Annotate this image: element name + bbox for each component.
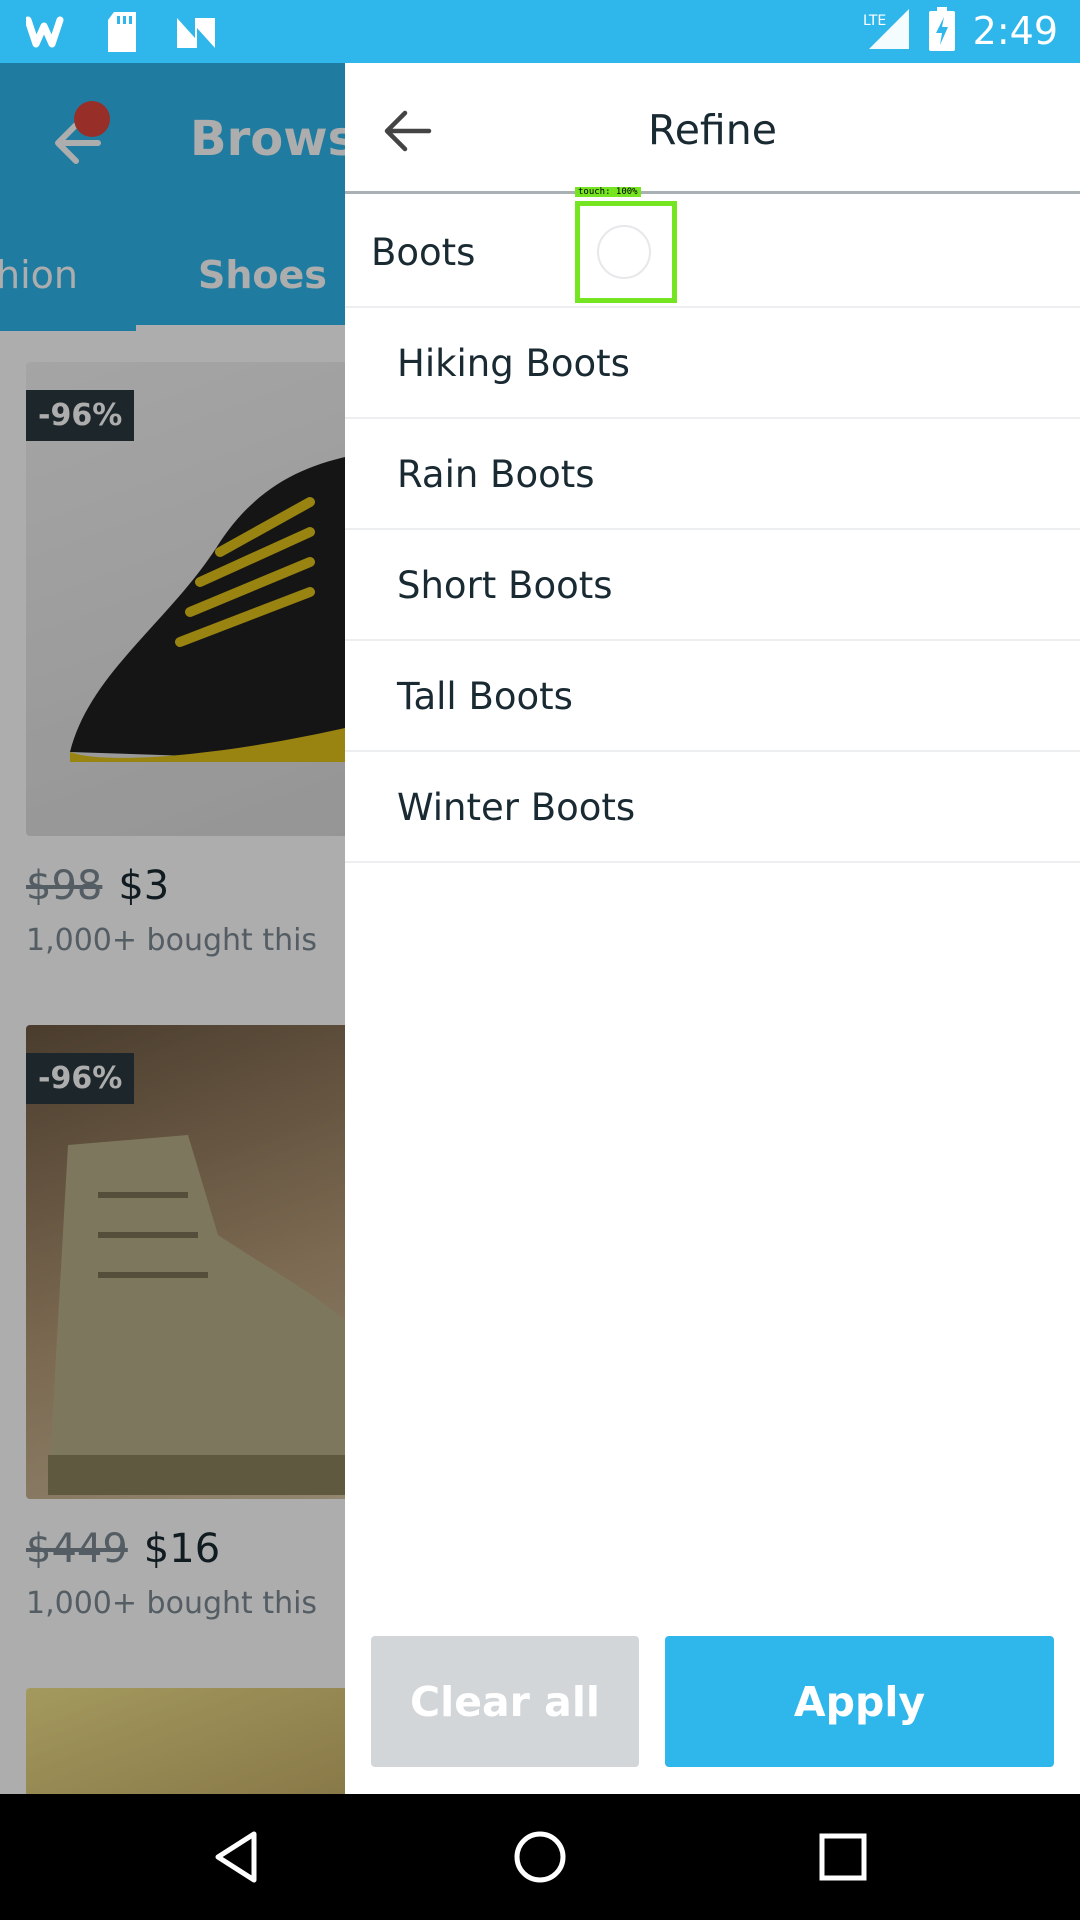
option-label: Winter Boots — [397, 786, 636, 829]
category-label: Boots — [371, 231, 476, 274]
nav-back-icon[interactable] — [204, 1824, 270, 1890]
touch-indicator — [575, 201, 677, 303]
scrim-overlay[interactable] — [0, 63, 345, 1794]
wish-app-icon — [26, 10, 70, 54]
nav-home-icon[interactable] — [507, 1824, 573, 1890]
option-rain-boots[interactable]: Rain Boots — [345, 419, 1080, 530]
refine-title: Refine — [648, 106, 777, 154]
option-label: Tall Boots — [397, 675, 573, 718]
option-short-boots[interactable]: Short Boots — [345, 530, 1080, 641]
option-label: Short Boots — [397, 564, 613, 607]
refine-header: Refine — [345, 63, 1080, 194]
sd-card-icon — [100, 10, 144, 54]
touch-indicator-label: touch: 100% — [575, 187, 641, 197]
category-row-boots[interactable]: Boots touch: 100% — [345, 187, 1080, 308]
lte-signal-icon: LTE — [863, 7, 911, 55]
n-app-icon — [174, 10, 218, 54]
battery-charging-icon — [928, 7, 955, 55]
navigation-bar — [0, 1794, 1080, 1920]
clear-all-button[interactable]: Clear all — [371, 1636, 639, 1767]
option-hiking-boots[interactable]: Hiking Boots — [345, 308, 1080, 419]
option-winter-boots[interactable]: Winter Boots — [345, 752, 1080, 863]
nav-recents-icon[interactable] — [810, 1824, 876, 1890]
clock: 2:49 — [972, 9, 1058, 53]
apply-button[interactable]: Apply — [665, 1636, 1054, 1767]
option-label: Hiking Boots — [397, 342, 630, 385]
status-bar: LTE 2:49 — [0, 0, 1080, 63]
network-type: LTE — [863, 13, 886, 29]
option-label: Rain Boots — [397, 453, 595, 496]
option-tall-boots[interactable]: Tall Boots — [345, 641, 1080, 752]
refine-panel: Refine Boots touch: 100% Hiking Boots Ra… — [345, 63, 1080, 1794]
